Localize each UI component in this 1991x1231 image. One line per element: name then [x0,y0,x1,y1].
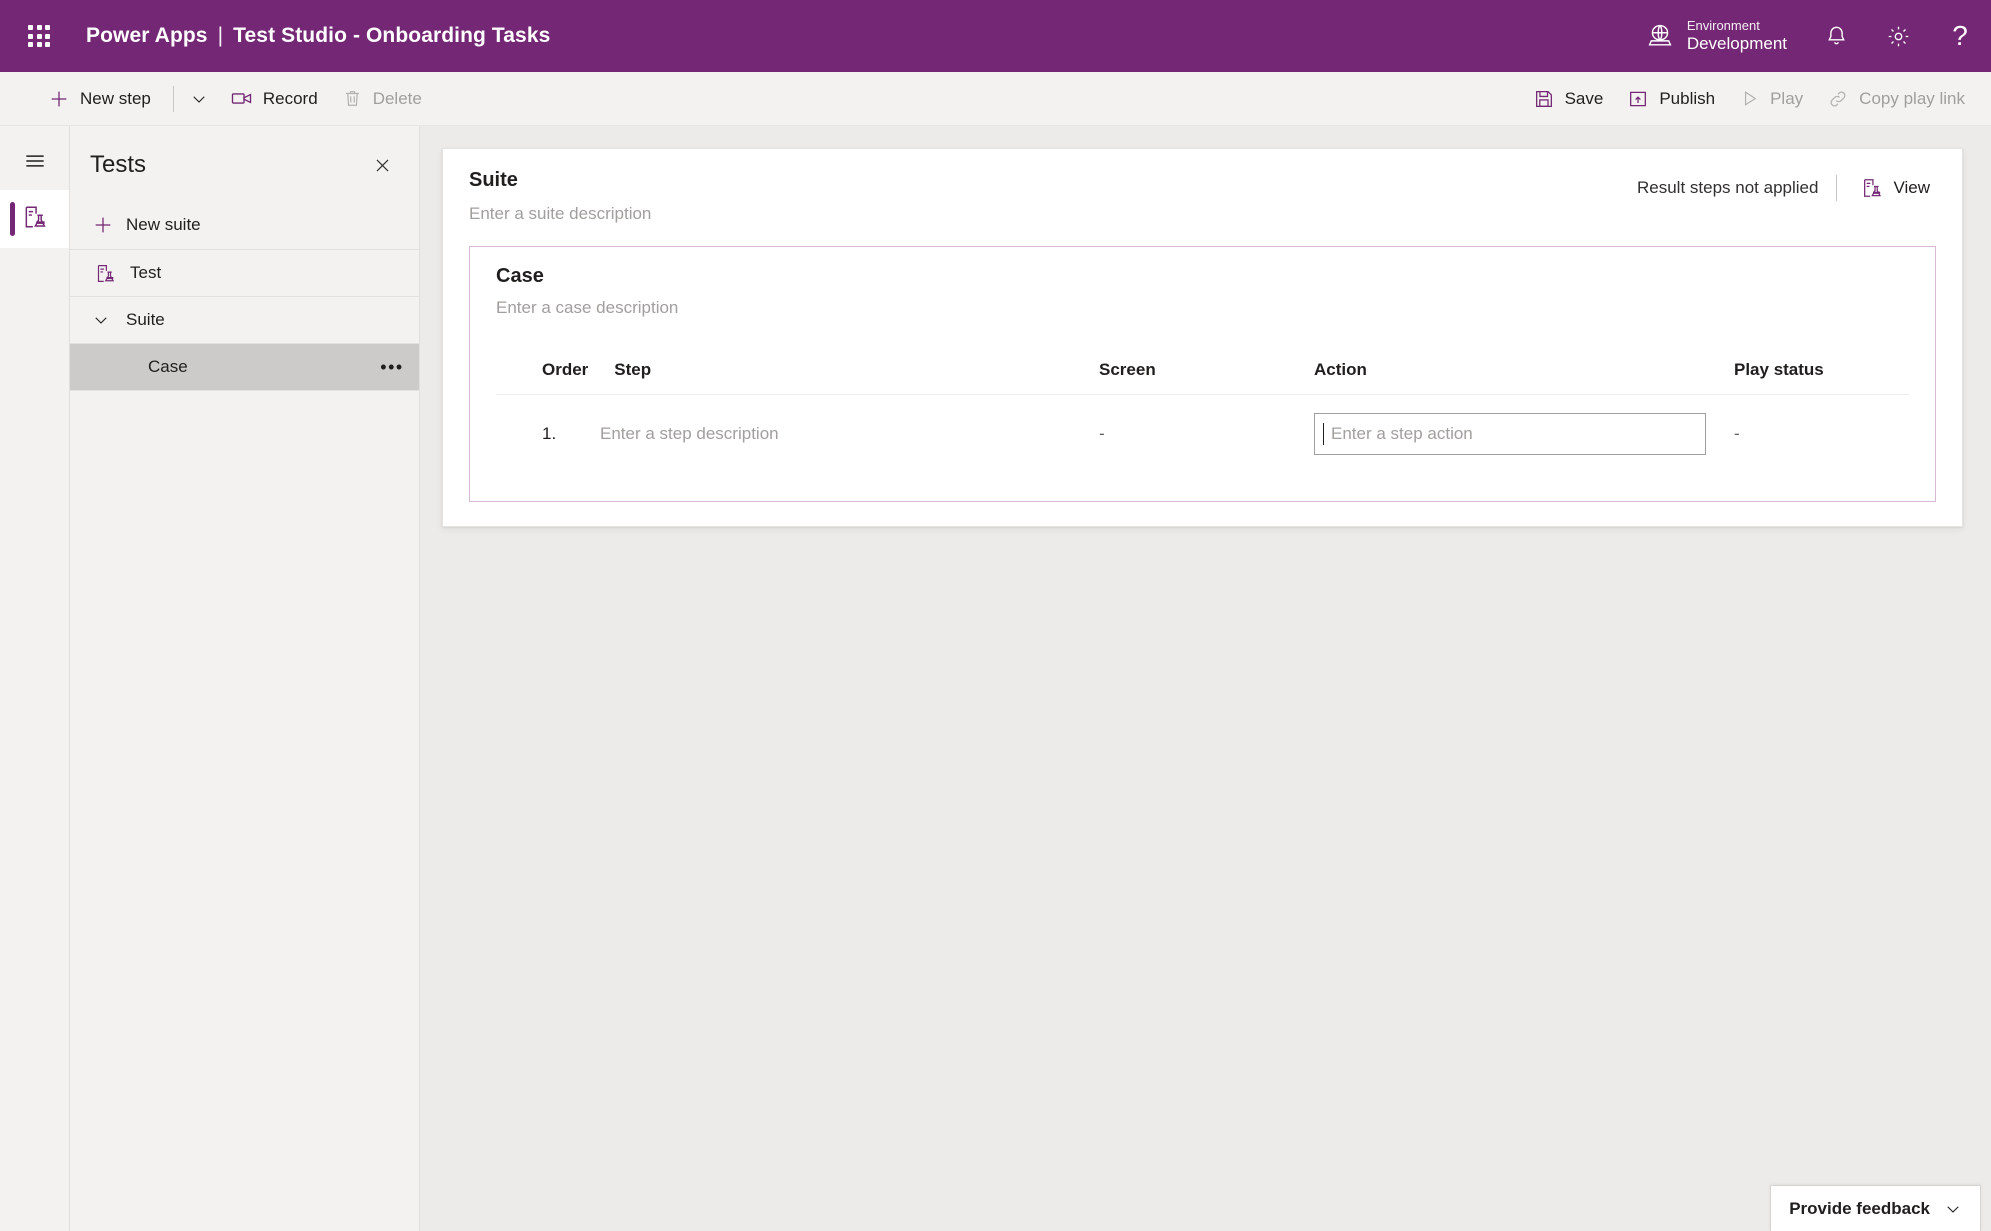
view-label: View [1893,178,1930,197]
delete-label: Delete [372,88,422,108]
play-label: Play [1770,88,1804,108]
step-action-input[interactable]: Enter a step action [1314,412,1706,455]
play-triangle-icon [1739,88,1760,109]
provide-feedback-label: Provide feedback [1789,1198,1930,1218]
tree-item-test[interactable]: Test [70,250,419,297]
test-beaker-icon [1861,177,1883,199]
publish-icon [1627,88,1649,110]
chevron-down-icon[interactable] [88,311,114,329]
question-mark-icon[interactable]: ? [1929,0,1991,72]
column-header-screen: Screen [1099,360,1156,379]
publish-button[interactable]: Publish [1615,79,1727,119]
hamburger-menu-icon[interactable] [0,132,69,190]
app-launcher-icon[interactable] [16,13,62,59]
environment-globe-icon [1647,23,1673,49]
new-step-button[interactable]: New step [36,79,163,119]
new-step-label: New step [80,88,151,108]
copy-play-link-label: Copy play link [1859,88,1965,108]
table-row[interactable]: 1. Enter a step description - Enter a st… [496,395,1909,473]
rail-item-tests[interactable] [0,190,69,248]
brand-separator: | [217,24,224,47]
suite-meta-group: Result steps not applied View [1637,169,1936,203]
video-camera-icon [230,87,253,110]
step-action-placeholder: Enter a step action [1331,423,1473,443]
new-step-chevron-down-icon[interactable] [180,79,218,119]
left-icon-rail [0,126,70,1231]
play-button: Play [1727,79,1815,119]
brand-name[interactable]: Power Apps [86,24,208,48]
plus-icon [92,214,114,236]
save-disk-icon [1533,88,1555,110]
cell-action: Enter a step action [1314,412,1734,455]
provide-feedback-button[interactable]: Provide feedback [1770,1185,1981,1231]
more-options-icon[interactable]: ••• [377,352,407,382]
column-header-play-status: Play status [1734,360,1824,379]
link-icon [1827,88,1849,110]
column-header-step: Step [614,360,652,379]
cell-order: 1. [542,423,557,443]
suite-description-input[interactable]: Enter a suite description [469,204,651,224]
tests-panel-title: Tests [90,151,147,178]
record-label: Record [262,88,318,108]
trash-icon [342,88,363,109]
test-beaker-icon [22,204,48,235]
case-title[interactable]: Case [496,265,1909,288]
cell-play-status: - [1734,423,1740,443]
help-glyph: ? [1952,20,1968,51]
new-suite-label: New suite [126,214,201,234]
publish-label: Publish [1659,88,1716,108]
tree-item-case[interactable]: Case ••• [70,344,419,391]
command-divider [172,85,174,112]
tree-item-label: Test [130,263,162,282]
body-layout: Tests New suite Test Suite Case ••• Suit… [0,126,1991,1231]
chevron-down-icon [1944,1200,1962,1218]
tests-tree: Test Suite Case ••• [70,250,419,391]
steps-table: Order Step Screen Action Play status 1. … [496,360,1909,473]
tests-panel: Tests New suite Test Suite Case ••• [70,126,420,1231]
case-card: Case Enter a case description Order Step… [469,246,1936,502]
save-button[interactable]: Save [1521,79,1616,119]
brand: Power Apps | Test Studio - Onboarding Ta… [86,24,550,48]
copy-play-link-button: Copy play link [1815,79,1977,119]
meta-divider [1836,175,1838,201]
steps-table-header: Order Step Screen Action Play status [496,360,1909,395]
step-description-input[interactable]: Enter a step description [574,424,1099,444]
page-title: Test Studio - Onboarding Tasks [233,24,551,47]
suite-title[interactable]: Suite [469,169,651,192]
case-description-input[interactable]: Enter a case description [496,298,1909,318]
environment-label: Environment [1686,17,1760,33]
tree-item-suite[interactable]: Suite [70,297,419,344]
tree-item-label: Case [148,357,188,376]
result-status-text: Result steps not applied [1637,178,1819,197]
header-right-group: Environment Development ? [1637,0,1991,72]
feedback-container: Provide feedback [1770,1185,1981,1231]
command-bar: New step Record Delete Save Publish Play… [0,72,1991,126]
environment-selector[interactable]: Environment Development [1637,0,1805,72]
bell-icon[interactable] [1805,0,1867,72]
column-header-order: Order [542,360,589,379]
column-header-action: Action [1314,360,1367,379]
environment-value: Development [1686,33,1787,53]
view-button[interactable]: View [1855,173,1936,203]
close-icon[interactable] [365,148,399,182]
suite-card-header: Suite Enter a suite description Result s… [469,169,1936,224]
record-button[interactable]: Record [218,79,330,119]
tests-panel-header: Tests [70,126,419,200]
delete-button: Delete [330,79,434,119]
gear-icon[interactable] [1867,0,1929,72]
save-label: Save [1564,88,1604,108]
test-beaker-icon [92,263,118,284]
main-canvas: Suite Enter a suite description Result s… [420,126,1991,1231]
plus-icon [48,88,70,110]
suite-card: Suite Enter a suite description Result s… [442,148,1963,527]
new-suite-button[interactable]: New suite [70,200,419,250]
cell-screen: - [1099,423,1105,443]
text-caret [1323,422,1324,445]
tree-item-label: Suite [126,310,165,329]
app-header: Power Apps | Test Studio - Onboarding Ta… [0,0,1991,72]
